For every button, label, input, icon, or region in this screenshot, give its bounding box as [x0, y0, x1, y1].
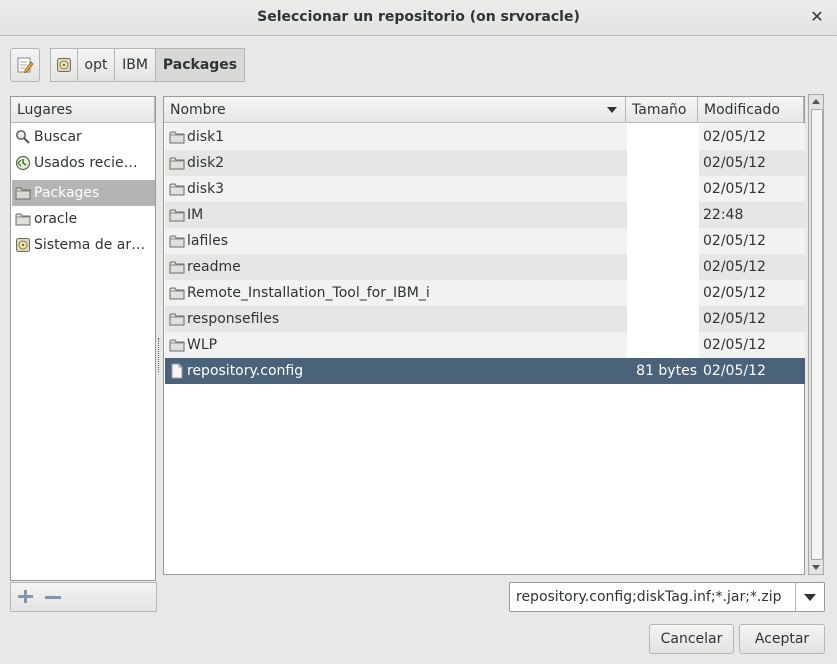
- filesystem-icon: [16, 238, 30, 252]
- folder-icon: [15, 187, 31, 200]
- pencil-icon: [17, 57, 34, 73]
- folder-icon: [169, 183, 185, 196]
- place-item-filesystem[interactable]: Sistema de ar…: [12, 232, 155, 258]
- file-row-disk1[interactable]: disk1 02/05/12: [165, 124, 805, 150]
- places-header: Lugares: [11, 97, 155, 123]
- file-name: repository.config: [187, 363, 304, 379]
- file-name: WLP: [187, 337, 218, 353]
- pane-resize-handle[interactable]: [158, 338, 162, 372]
- add-bookmark-icon[interactable]: [17, 588, 35, 606]
- file-filter-combo[interactable]: repository.config;diskTag.inf;*.jar;*.zi…: [509, 582, 825, 612]
- place-item-label: Buscar: [34, 129, 82, 145]
- place-item-packages[interactable]: Packages: [12, 180, 155, 206]
- column-header-name[interactable]: Nombre: [164, 97, 626, 123]
- close-icon[interactable]: ✕: [807, 7, 827, 27]
- file-modified: 02/05/12: [703, 363, 766, 379]
- drive-icon: [57, 58, 71, 72]
- file-name: Remote_Installation_Tool_for_IBM_i: [187, 285, 430, 301]
- folder-icon: [169, 287, 185, 300]
- scroll-thumb[interactable]: [811, 109, 823, 560]
- file-name: lafiles: [187, 233, 229, 249]
- scroll-up-icon[interactable]: [812, 99, 820, 104]
- file-row-im[interactable]: IM 22:48: [165, 202, 805, 228]
- file-name: disk2: [187, 155, 225, 171]
- place-item-label: oracle: [34, 211, 78, 227]
- file-row-disk3[interactable]: disk3 02/05/12: [165, 176, 805, 202]
- vertical-scrollbar[interactable]: [808, 94, 824, 575]
- folder-icon: [169, 131, 185, 144]
- file-row-repository-config[interactable]: repository.config 81 bytes 02/05/12: [165, 358, 805, 384]
- breadcrumb-root-button[interactable]: [50, 48, 78, 82]
- folder-icon: [169, 339, 185, 352]
- column-header-modified[interactable]: Modificado: [698, 97, 804, 123]
- folder-icon: [15, 213, 31, 226]
- file-name: IM: [187, 207, 204, 223]
- file-modified: 02/05/12: [703, 337, 766, 353]
- place-item-label: Usados recie…: [34, 155, 138, 171]
- remove-bookmark-icon[interactable]: [45, 595, 61, 599]
- file-list: Nombre Tamaño Modificado disk1 02/05/12 …: [163, 96, 805, 575]
- recent-icon: [15, 155, 31, 171]
- folder-icon: [169, 209, 185, 222]
- title-bar: Seleccionar un repositorio (on srvoracle…: [0, 0, 837, 36]
- file-modified: 02/05/12: [703, 233, 766, 249]
- folder-icon: [169, 261, 185, 274]
- accept-button[interactable]: Aceptar: [739, 624, 825, 654]
- file-row-remote-installation-tool[interactable]: Remote_Installation_Tool_for_IBM_i 02/05…: [165, 280, 805, 306]
- file-row-disk2[interactable]: disk2 02/05/12: [165, 150, 805, 176]
- file-icon: [171, 363, 183, 379]
- places-toolbar: [10, 582, 157, 612]
- file-name: disk3: [187, 181, 225, 197]
- place-item-search[interactable]: Buscar: [12, 124, 155, 150]
- file-name: readme: [187, 259, 241, 275]
- file-name: responsefiles: [187, 311, 280, 327]
- file-row-responsefiles[interactable]: responsefiles 02/05/12: [165, 306, 805, 332]
- file-row-lafiles[interactable]: lafiles 02/05/12: [165, 228, 805, 254]
- folder-icon: [169, 157, 185, 170]
- place-item-label: Packages: [34, 185, 100, 201]
- file-row-wlp[interactable]: WLP 02/05/12: [165, 332, 805, 358]
- cancel-button[interactable]: Cancelar: [649, 624, 734, 654]
- sort-descending-icon: [607, 107, 617, 113]
- place-item-recent[interactable]: Usados recie…: [12, 150, 155, 176]
- edit-location-button[interactable]: [10, 48, 40, 82]
- places-pane: Lugares Buscar Usados recie… Packages or…: [10, 96, 156, 581]
- breadcrumb-opt[interactable]: opt: [77, 48, 115, 82]
- column-header-size[interactable]: Tamaño: [626, 97, 698, 123]
- place-item-oracle[interactable]: oracle: [12, 206, 155, 232]
- place-item-label: Sistema de ar…: [34, 237, 146, 253]
- folder-icon: [169, 235, 185, 248]
- chevron-down-icon[interactable]: [795, 583, 824, 611]
- file-modified: 02/05/12: [703, 285, 766, 301]
- file-modified: 02/05/12: [703, 181, 766, 197]
- search-icon: [16, 130, 30, 144]
- window-title: Seleccionar un repositorio (on srvoracle…: [257, 9, 580, 25]
- file-modified: 02/05/12: [703, 311, 766, 327]
- file-name: disk1: [187, 129, 225, 145]
- folder-icon: [169, 313, 185, 326]
- file-size: 81 bytes: [636, 363, 697, 379]
- file-filter-value: repository.config;diskTag.inf;*.jar;*.zi…: [516, 589, 782, 605]
- scroll-down-icon[interactable]: [812, 565, 820, 570]
- file-modified: 02/05/12: [703, 129, 766, 145]
- file-modified: 02/05/12: [703, 155, 766, 171]
- file-modified: 02/05/12: [703, 259, 766, 275]
- breadcrumb-packages[interactable]: Packages: [155, 48, 245, 82]
- breadcrumb-ibm[interactable]: IBM: [114, 48, 156, 82]
- file-row-readme[interactable]: readme 02/05/12: [165, 254, 805, 280]
- file-modified: 22:48: [703, 207, 744, 223]
